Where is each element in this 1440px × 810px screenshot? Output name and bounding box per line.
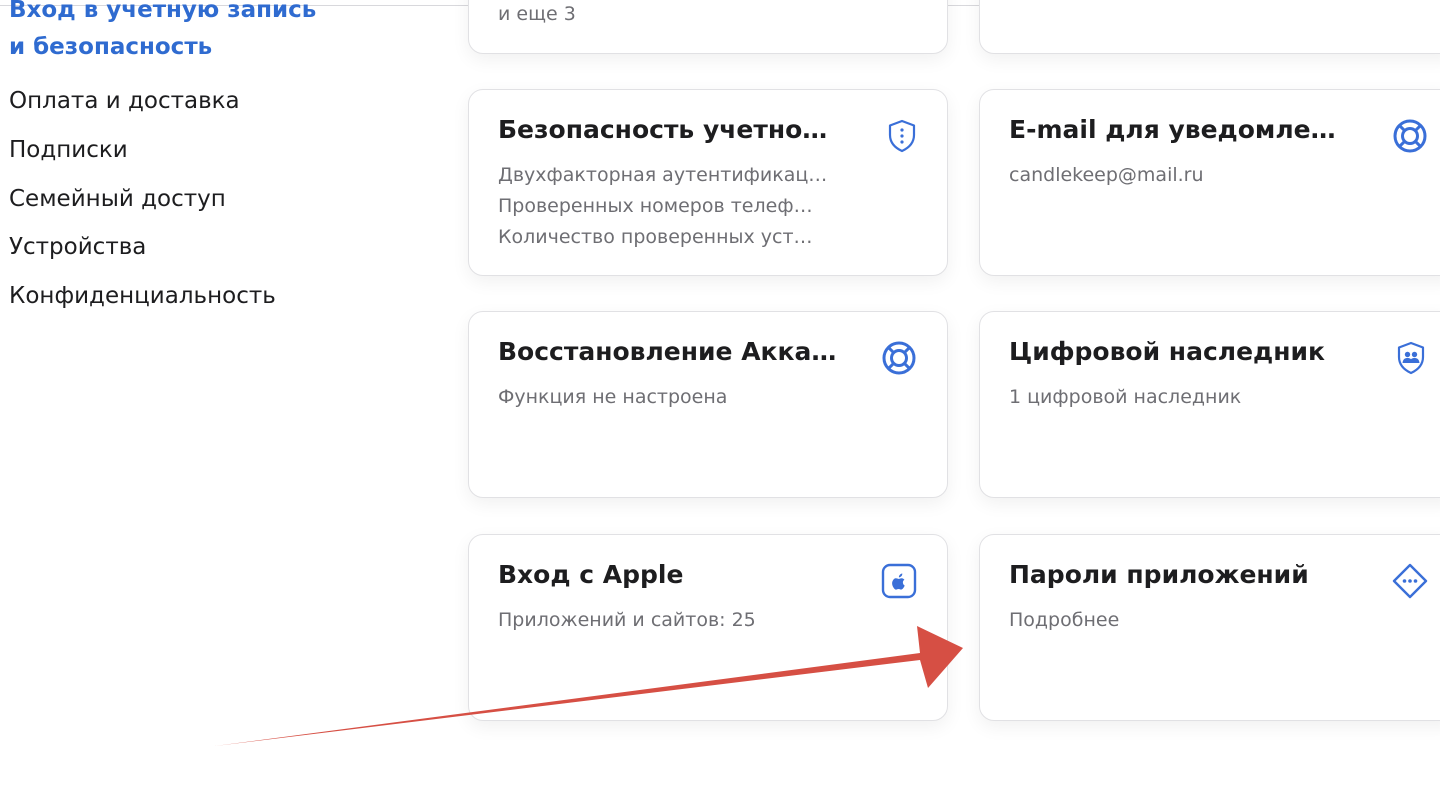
sidebar-item-label: и безопасность [9, 34, 213, 60]
card-subtitle: Подробнее [1009, 609, 1120, 631]
card-subtitle: candlekeep@mail.ru [1009, 164, 1204, 186]
card-subtitle: 1 цифровой наследник [1009, 386, 1242, 408]
sidebar-item-privacy[interactable]: Конфиденциальность [9, 281, 276, 311]
card-notification-email[interactable]: E-mail для уведомлен… candlekeep@mail.ru [979, 89, 1440, 276]
card-title: Вход с Apple [498, 560, 684, 589]
sidebar-item-label: Вход в учетную запись [9, 0, 317, 23]
sidebar-item-subscriptions[interactable]: Подписки [9, 135, 128, 165]
sidebar-item-sign-in-security[interactable]: Вход в учетную запись и безопасность [9, 0, 429, 66]
card-account-recovery[interactable]: Восстановление Акка… Функция не настроен… [468, 311, 948, 498]
card-account-security[interactable]: Безопасность учетно… Двухфакторная аутен… [468, 89, 948, 276]
shield-icon [883, 117, 921, 155]
card-line: Проверенных номеров телеф… [498, 195, 813, 217]
card-partial-right[interactable] [979, 0, 1440, 54]
dots-diamond-icon [1391, 562, 1429, 600]
card-app-passwords[interactable]: Пароли приложений Подробнее [979, 534, 1440, 721]
lifebuoy-icon [880, 339, 918, 377]
sidebar-item-family[interactable]: Семейный доступ [9, 184, 226, 214]
shield-people-icon [1392, 339, 1430, 377]
lifebuoy-icon [1391, 117, 1429, 155]
card-subtitle: Функция не настроена [498, 386, 728, 408]
card-title: Безопасность учетно… [498, 115, 828, 144]
card-subtitle: и еще 3 [498, 3, 576, 25]
card-line: Двухфакторная аутентификац… [498, 164, 828, 186]
card-sign-in-with-apple[interactable]: Вход с Apple Приложений и сайтов: 25 [468, 534, 948, 721]
card-title: E-mail для уведомлен… [1009, 115, 1349, 144]
card-title: Пароли приложений [1009, 560, 1309, 589]
card-subtitle: Приложений и сайтов: 25 [498, 609, 756, 631]
card-line: Количество проверенных уст… [498, 226, 813, 248]
sidebar-item-devices[interactable]: Устройства [9, 232, 146, 262]
card-partial-left[interactable]: и еще 3 [468, 0, 948, 54]
card-legacy-contact[interactable]: Цифровой наследник 1 цифровой наследник [979, 311, 1440, 498]
card-title: Восстановление Акка… [498, 337, 837, 366]
card-title: Цифровой наследник [1009, 337, 1325, 366]
sidebar-item-payment[interactable]: Оплата и доставка [9, 86, 240, 116]
apple-icon [880, 562, 918, 600]
